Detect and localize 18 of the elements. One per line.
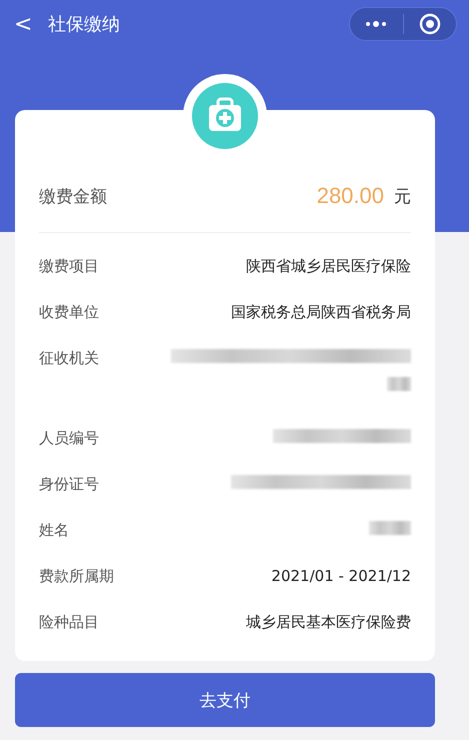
- field-label: 姓名: [39, 521, 70, 540]
- currency-unit: 元: [394, 186, 411, 208]
- field-label: 缴费项目: [39, 257, 100, 276]
- field-value: 城乡居民基本医疗保险费: [245, 613, 411, 632]
- field-label: 身份证号: [39, 475, 100, 494]
- field-label: 收费单位: [39, 303, 100, 322]
- field-label: 人员编号: [39, 429, 100, 448]
- field-label: 征收机关: [39, 349, 100, 368]
- field-value: 陕西省城乡居民医疗保险: [245, 257, 411, 276]
- field-label: 费款所属期: [39, 567, 115, 586]
- back-button[interactable]: <: [14, 12, 34, 36]
- field-value: 2021/01 - 2021/12: [270, 567, 411, 585]
- pay-button[interactable]: 去支付: [15, 673, 435, 727]
- amount-value: 280.00: [316, 183, 384, 209]
- field-label: 险种品目: [39, 613, 100, 632]
- field-value: 国家税务总局陕西省税务局: [230, 303, 411, 322]
- page-title: 社保缴纳: [48, 13, 121, 36]
- amount-label: 缴费金额: [39, 186, 108, 208]
